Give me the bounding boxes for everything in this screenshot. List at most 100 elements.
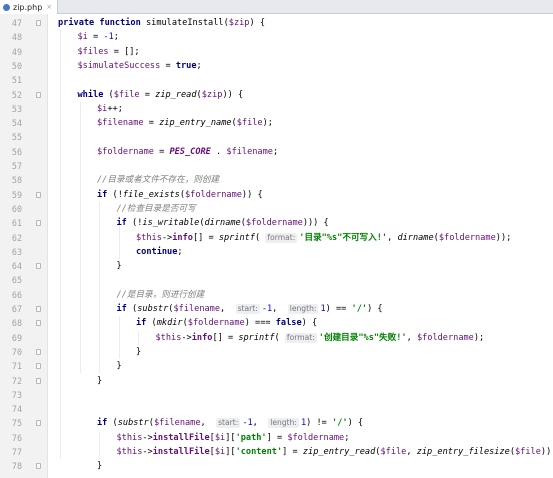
code-line[interactable]: 70} — [0, 345, 553, 359]
code-line[interactable]: 72} — [0, 374, 553, 388]
code-text: continue; — [136, 245, 183, 259]
line-number: 60 — [11, 203, 22, 214]
code-token: ) === — [244, 318, 276, 329]
code-line[interactable]: 53 $i++; — [0, 102, 553, 116]
code-text: $this->installFile[$i]['path'] = $folder… — [117, 431, 350, 445]
code-token: ) { — [347, 418, 364, 429]
parameter-hint: length: — [268, 418, 299, 429]
code-line[interactable]: 48 $i = -1; — [0, 30, 553, 44]
code-token: is_writable — [142, 218, 200, 229]
code-line[interactable]: 47 private function simulateInstall($zip)… — [0, 16, 553, 30]
line-number: 49 — [11, 46, 22, 57]
code-token: -1 — [261, 304, 273, 314]
code-line[interactable]: 75 if (substr($filename, start: -1, length… — [0, 416, 553, 430]
line-number: 65 — [11, 275, 22, 286]
code-line[interactable]: 58 //目录或者文件不存在，则创建 — [0, 173, 553, 187]
fold-marker-icon[interactable] — [36, 263, 41, 270]
fold-marker-icon[interactable] — [36, 320, 41, 327]
code-token: $foldername — [287, 432, 345, 443]
code-token: } — [116, 361, 122, 372]
code-token: $this — [116, 447, 143, 457]
fold-marker-icon[interactable] — [36, 220, 41, 227]
code-token: } — [136, 346, 142, 357]
code-token: ][ — [225, 447, 236, 457]
code-line[interactable]: 62 $this->info[] = sprintf( format: '目录"%s… — [0, 231, 553, 245]
line-number: 71 — [11, 361, 22, 372]
code-token: -> — [142, 447, 153, 457]
code-token: -1 — [242, 418, 253, 429]
code-text: if (!is_writable(dirname($foldername))) … — [117, 216, 329, 230]
code-line[interactable]: 77 $this->installFile[$i]['content'] = zi… — [0, 445, 553, 459]
code-editor[interactable]: 47 private function simulateInstall($zip)… — [0, 14, 553, 478]
code-token: $file — [515, 447, 541, 457]
code-token: $files — [77, 46, 109, 57]
code-line[interactable]: 65 — [0, 273, 553, 287]
code-token: $foldername — [438, 232, 496, 243]
code-token: ; — [196, 60, 202, 71]
code-token: $filename — [97, 118, 144, 129]
fold-marker-icon[interactable] — [36, 420, 41, 427]
line-number: 63 — [11, 246, 22, 257]
code-token: while — [77, 89, 109, 100]
code-text: $filename = zip_entry_name($file); — [97, 116, 273, 130]
code-line[interactable]: 59 if (!file_exists($foldername)) { — [0, 188, 553, 202]
code-line[interactable]: 50 $simulateSuccess = true; — [0, 59, 553, 73]
code-line[interactable]: 66 //是目录，则进行创建 — [0, 288, 553, 302]
code-token: $i — [77, 32, 88, 43]
code-token: true — [175, 60, 197, 71]
code-line[interactable]: 56 $foldername = PES_CORE . $filename; — [0, 145, 553, 159]
code-token: simulateInstall( — [145, 18, 229, 28]
code-line[interactable]: 73 — [0, 388, 553, 402]
line-number: 72 — [11, 375, 22, 386]
code-token: $i — [214, 432, 226, 443]
code-line[interactable]: 54 $filename = zip_entry_name($file); — [0, 116, 553, 130]
code-line[interactable]: 67 if (substr($filename, start: -1, length… — [0, 302, 553, 316]
code-text: if (!file_exists($foldername)) { — [97, 188, 263, 202]
code-token: $simulateSuccess — [77, 60, 161, 71]
code-line[interactable]: 63 continue; — [0, 245, 553, 259]
code-line[interactable]: 61 if (!is_writable(dirname($foldername))… — [0, 216, 553, 230]
editor-tab-bar: zip.php × — [0, 0, 553, 14]
tab-zip-php[interactable]: zip.php × — [0, 0, 59, 14]
code-line[interactable]: 71} — [0, 359, 553, 373]
fold-marker-icon[interactable] — [36, 348, 41, 355]
code-token: substr — [117, 418, 149, 429]
code-token: -1 — [103, 32, 114, 43]
fold-marker-icon[interactable] — [36, 363, 41, 370]
line-number: 57 — [11, 161, 22, 171]
code-line[interactable]: 57 — [0, 159, 553, 173]
code-line[interactable]: 78} — [0, 459, 553, 473]
code-token: if — [116, 218, 133, 229]
code-line[interactable]: 68 if (mkdir($foldername) === false) { — [0, 316, 553, 330]
fold-marker-icon[interactable] — [36, 463, 41, 470]
code-token: continue — [136, 246, 178, 257]
code-token: ) { — [301, 318, 318, 329]
fold-marker-icon[interactable] — [36, 306, 41, 312]
code-text: } — [97, 374, 102, 388]
code-line[interactable]: 69 $this->info[] = sprintf( format: '创建目录"… — [0, 331, 553, 345]
code-token: } — [97, 375, 103, 386]
line-number: 66 — [11, 289, 22, 300]
code-line[interactable]: 51 — [0, 73, 553, 87]
code-token: //是目录，则进行创建 — [116, 289, 205, 300]
code-line[interactable]: 76 $this->installFile[$i]['path'] = $fold… — [0, 431, 553, 445]
code-line[interactable]: 74 — [0, 402, 553, 416]
fold-marker-icon[interactable] — [36, 377, 41, 384]
code-line[interactable]: 52 while ($file = zip_read($zip)) { — [0, 88, 553, 102]
code-line[interactable]: 64} — [0, 259, 553, 273]
code-line[interactable]: 60 //检查目录是否可写 — [0, 202, 553, 216]
fold-marker-icon[interactable] — [36, 20, 41, 26]
code-text: $this->info[] = sprintf( format: '目录"%s"不… — [136, 231, 511, 245]
fold-marker-icon[interactable] — [36, 191, 41, 198]
code-token: $foldername — [245, 218, 303, 229]
code-token: false — [275, 318, 302, 329]
code-token: zip_entry_read — [302, 447, 376, 457]
code-token: $zip — [228, 18, 250, 28]
code-text: $this->info[] = sprintf( format: '创建目录"%s… — [156, 331, 484, 345]
code-line[interactable]: 49 $files = []; — [0, 45, 553, 59]
close-tab-icon[interactable]: × — [46, 3, 52, 11]
code-line[interactable]: 55 — [0, 130, 553, 144]
fold-marker-icon[interactable] — [36, 91, 41, 98]
code-token: sprintf — [238, 332, 275, 343]
code-text: } — [97, 459, 102, 473]
